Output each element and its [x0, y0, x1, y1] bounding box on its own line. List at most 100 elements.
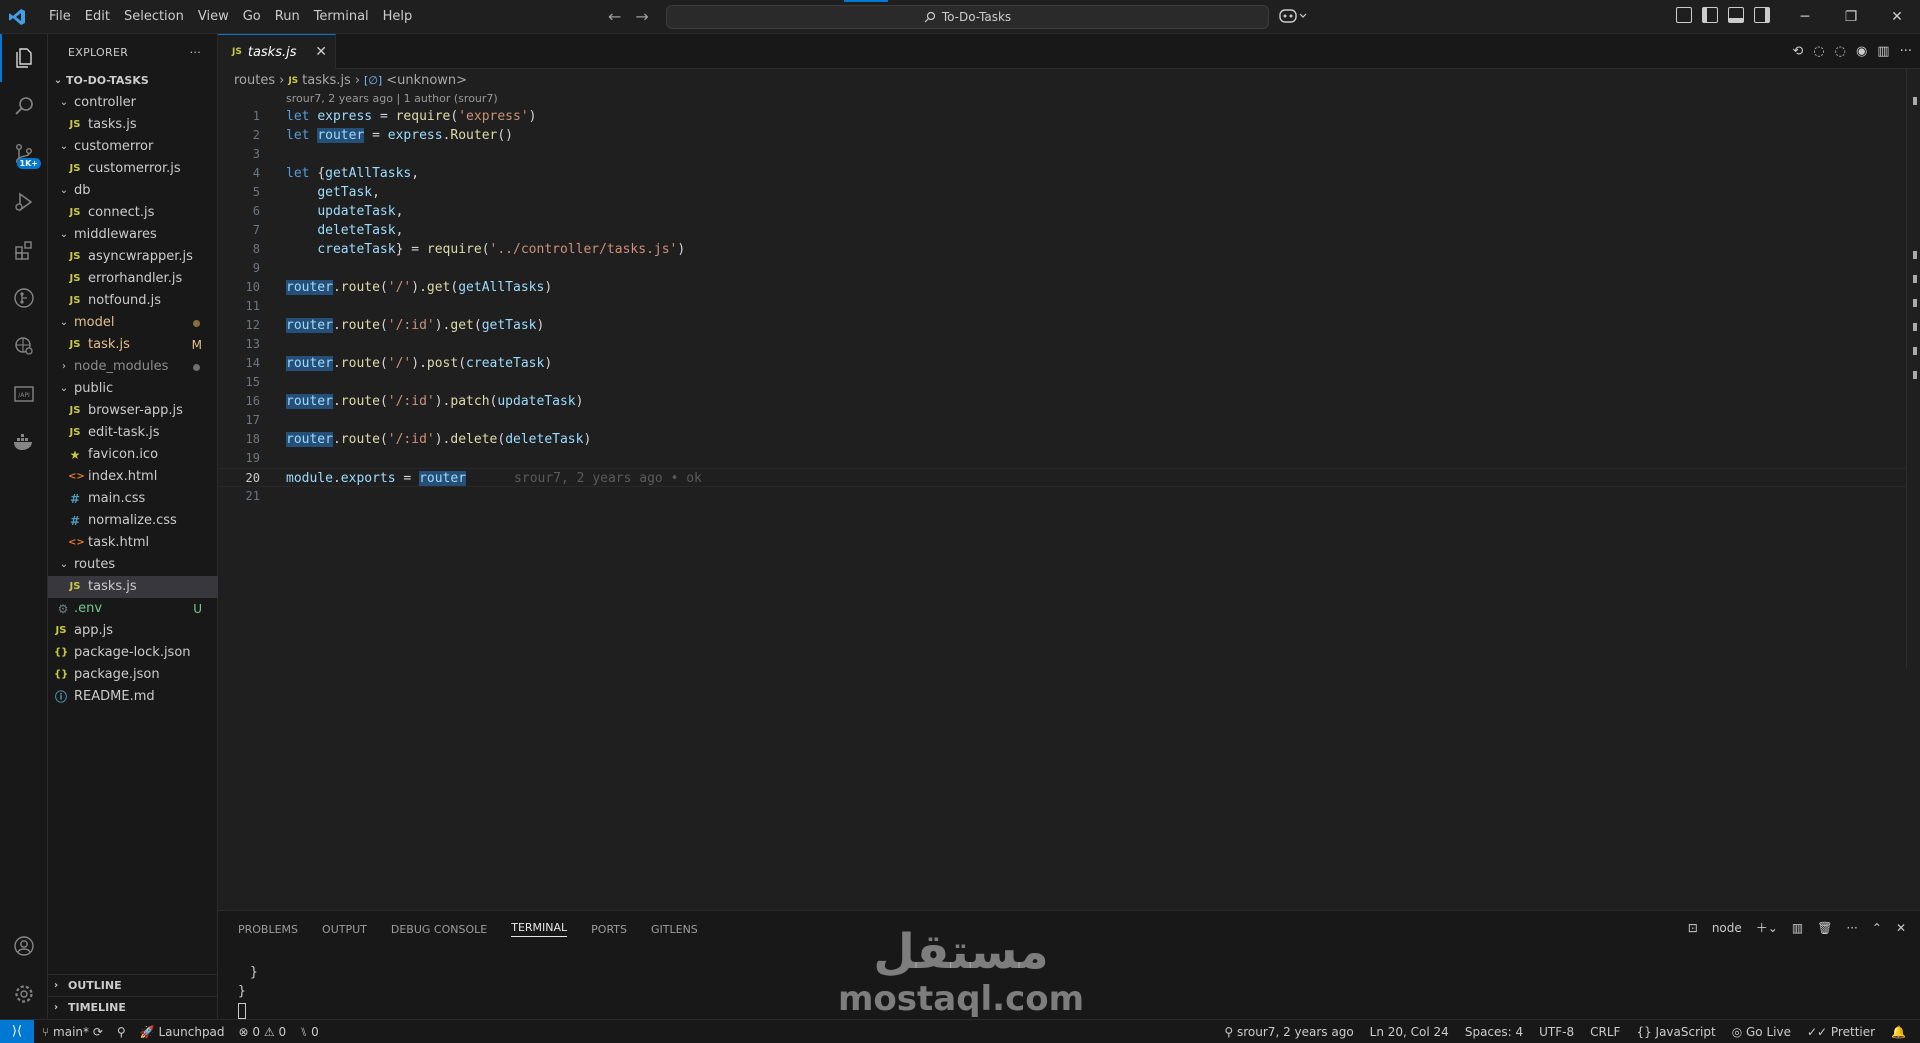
tree-folder-customerror[interactable]: ⌄ customerror — [48, 136, 218, 158]
close-panel-icon[interactable]: ✕ — [1896, 921, 1906, 935]
publish-icon[interactable]: ⚲ — [117, 1025, 126, 1039]
breadcrumb-symbol[interactable]: <unknown> — [386, 70, 467, 92]
menu-go[interactable]: Go — [236, 0, 268, 34]
remote-explorer-icon[interactable] — [0, 322, 48, 370]
tree-file-favicon[interactable]: ★ favicon.ico — [48, 444, 218, 466]
tab-problems[interactable]: PROBLEMS — [238, 923, 298, 936]
breadcrumb-folder[interactable]: routes — [234, 70, 275, 92]
terminal-name[interactable]: node — [1712, 921, 1742, 935]
customize-layout-icon[interactable] — [1676, 7, 1692, 23]
trash-icon[interactable]: 🗑 — [1817, 921, 1832, 935]
branch-item[interactable]: ⑂ main* ⟳ — [42, 1025, 103, 1039]
close-icon[interactable]: ✕ — [315, 44, 327, 60]
tree-folder-controller[interactable]: ⌄ controller — [48, 92, 218, 114]
menu-terminal[interactable]: Terminal — [307, 0, 376, 34]
split-editor-icon[interactable]: ▥ — [1877, 44, 1889, 59]
run-debug-icon[interactable] — [0, 178, 48, 226]
overview-ruler[interactable] — [1906, 69, 1920, 669]
more-actions-icon[interactable]: ··· — [1846, 921, 1857, 935]
source-control-icon[interactable]: 1K+ — [0, 130, 48, 178]
command-center[interactable]: To-Do-Tasks — [666, 5, 1269, 29]
menu-edit[interactable]: Edit — [78, 0, 117, 34]
copilot-icon[interactable] — [1278, 7, 1312, 27]
tree-file-index-html[interactable]: <> index.html — [48, 466, 218, 488]
tree-file-notfound[interactable]: JS notfound.js — [48, 290, 218, 312]
terminal-output[interactable]: } } — [238, 963, 258, 1020]
tree-file-package[interactable]: {} package.json — [48, 664, 218, 686]
extensions-icon[interactable] — [0, 226, 48, 274]
tree-file-task-html[interactable]: <> task.html — [48, 532, 218, 554]
tab-terminal[interactable]: TERMINAL — [511, 921, 568, 937]
new-terminal-icon[interactable]: ＋⌄ — [1756, 919, 1778, 936]
toggle-primary-sidebar-icon[interactable] — [1702, 7, 1718, 23]
tree-file-asyncwrapper[interactable]: JS asyncwrapper.js — [48, 246, 218, 268]
prettier[interactable]: ✓✓ Prettier — [1807, 1025, 1875, 1039]
blame-item[interactable]: ⚲ srour7, 2 years ago — [1224, 1025, 1353, 1039]
breadcrumb-file[interactable]: tasks.js — [302, 70, 351, 92]
tree-file-normalize-css[interactable]: # normalize.css — [48, 510, 218, 532]
codelens-blame[interactable]: srour7, 2 years ago | 1 author (srour7) — [286, 92, 498, 105]
launchpad-item[interactable]: 🚀 Launchpad — [140, 1025, 225, 1039]
root-folder[interactable]: ⌄ TO-DO-TASKS — [48, 70, 218, 92]
previous-change-icon[interactable]: ◌ — [1813, 44, 1824, 59]
toggle-panel-icon[interactable] — [1728, 7, 1744, 23]
problems-item[interactable]: ⊗ 0 ⚠ 0 — [239, 1025, 287, 1039]
toggle-secondary-sidebar-icon[interactable] — [1754, 7, 1770, 23]
forward-arrow-icon[interactable]: → — [635, 7, 648, 26]
tree-file-customerror[interactable]: JS customerror.js — [48, 158, 218, 180]
menu-file[interactable]: File — [42, 0, 78, 34]
menu-view[interactable]: View — [191, 0, 236, 34]
tree-folder-middlewares[interactable]: ⌄ middlewares — [48, 224, 218, 246]
gitlens-inspect-icon[interactable]: ◉ — [1856, 44, 1867, 59]
docker-icon[interactable] — [0, 418, 48, 466]
notifications-bell-icon[interactable]: 🔔 — [1891, 1025, 1906, 1039]
tree-file-browser-app[interactable]: JS browser-app.js — [48, 400, 218, 422]
open-changes-icon[interactable]: ⟲ — [1792, 44, 1803, 59]
end-of-line[interactable]: CRLF — [1590, 1025, 1620, 1039]
close-window-icon[interactable]: ✕ — [1874, 0, 1920, 34]
accounts-icon[interactable] — [0, 922, 48, 970]
timeline-section[interactable]: › TIMELINE — [48, 996, 218, 1018]
split-terminal-icon[interactable]: ▥ — [1792, 921, 1803, 935]
tree-folder-db[interactable]: ⌄ db — [48, 180, 218, 202]
gitlens-icon[interactable] — [0, 274, 48, 322]
tree-file-errorhandler[interactable]: JS errorhandler.js — [48, 268, 218, 290]
maximize-panel-icon[interactable]: ⌃ — [1872, 921, 1882, 935]
code-editor[interactable]: 1 let express = require('express') 2 let r… — [218, 107, 1908, 506]
tree-folder-public[interactable]: ⌄ public — [48, 378, 218, 400]
cursor-position[interactable]: Ln 20, Col 24 — [1370, 1025, 1449, 1039]
tab-tasks-js[interactable]: JS tasks.js ✕ — [218, 34, 336, 69]
tree-file-package-lock[interactable]: {} package-lock.json — [48, 642, 218, 664]
tree-folder-model[interactable]: ⌄ model — [48, 312, 218, 334]
next-change-icon[interactable]: ◌ — [1835, 44, 1846, 59]
tree-folder-routes[interactable]: ⌄ routes — [48, 554, 218, 576]
menu-help[interactable]: Help — [376, 0, 420, 34]
indentation[interactable]: Spaces: 4 — [1465, 1025, 1523, 1039]
tree-file-routes-tasks[interactable]: JS tasks.js — [48, 576, 218, 598]
tree-file-controller-tasks[interactable]: JS tasks.js — [48, 114, 218, 136]
tab-gitlens[interactable]: GITLENS — [651, 923, 698, 936]
tree-file-main-css[interactable]: # main.css — [48, 488, 218, 510]
tree-file-task[interactable]: JS task.js M — [48, 334, 218, 356]
menu-selection[interactable]: Selection — [117, 0, 191, 34]
encoding[interactable]: UTF-8 — [1539, 1025, 1574, 1039]
tree-folder-node-modules[interactable]: › node_modules — [48, 356, 218, 378]
tab-debug-console[interactable]: DEBUG CONSOLE — [391, 923, 487, 936]
tree-file-connect[interactable]: JS connect.js — [48, 202, 218, 224]
restore-icon[interactable]: ❐ — [1828, 0, 1874, 34]
api-icon[interactable]: /API — [0, 370, 48, 418]
go-live[interactable]: ◎ Go Live — [1732, 1025, 1791, 1039]
tree-file-edit-task[interactable]: JS edit-task.js — [48, 422, 218, 444]
tree-file-app[interactable]: JS app.js — [48, 620, 218, 642]
ports-item[interactable]: ⑊ 0 — [300, 1025, 319, 1039]
more-actions-icon[interactable]: ··· — [1900, 44, 1912, 59]
language-mode[interactable]: {} JavaScript — [1636, 1025, 1715, 1039]
outline-section[interactable]: › OUTLINE — [48, 974, 218, 996]
more-actions-icon[interactable]: ··· — [190, 46, 201, 59]
tree-file-env[interactable]: ⚙ .env U — [48, 598, 218, 620]
search-view-icon[interactable] — [0, 82, 48, 130]
remote-indicator-icon[interactable]: ⟩⟨ — [0, 1020, 34, 1043]
tab-ports[interactable]: PORTS — [591, 923, 627, 936]
settings-gear-icon[interactable] — [0, 970, 48, 1018]
back-arrow-icon[interactable]: ← — [608, 7, 621, 26]
